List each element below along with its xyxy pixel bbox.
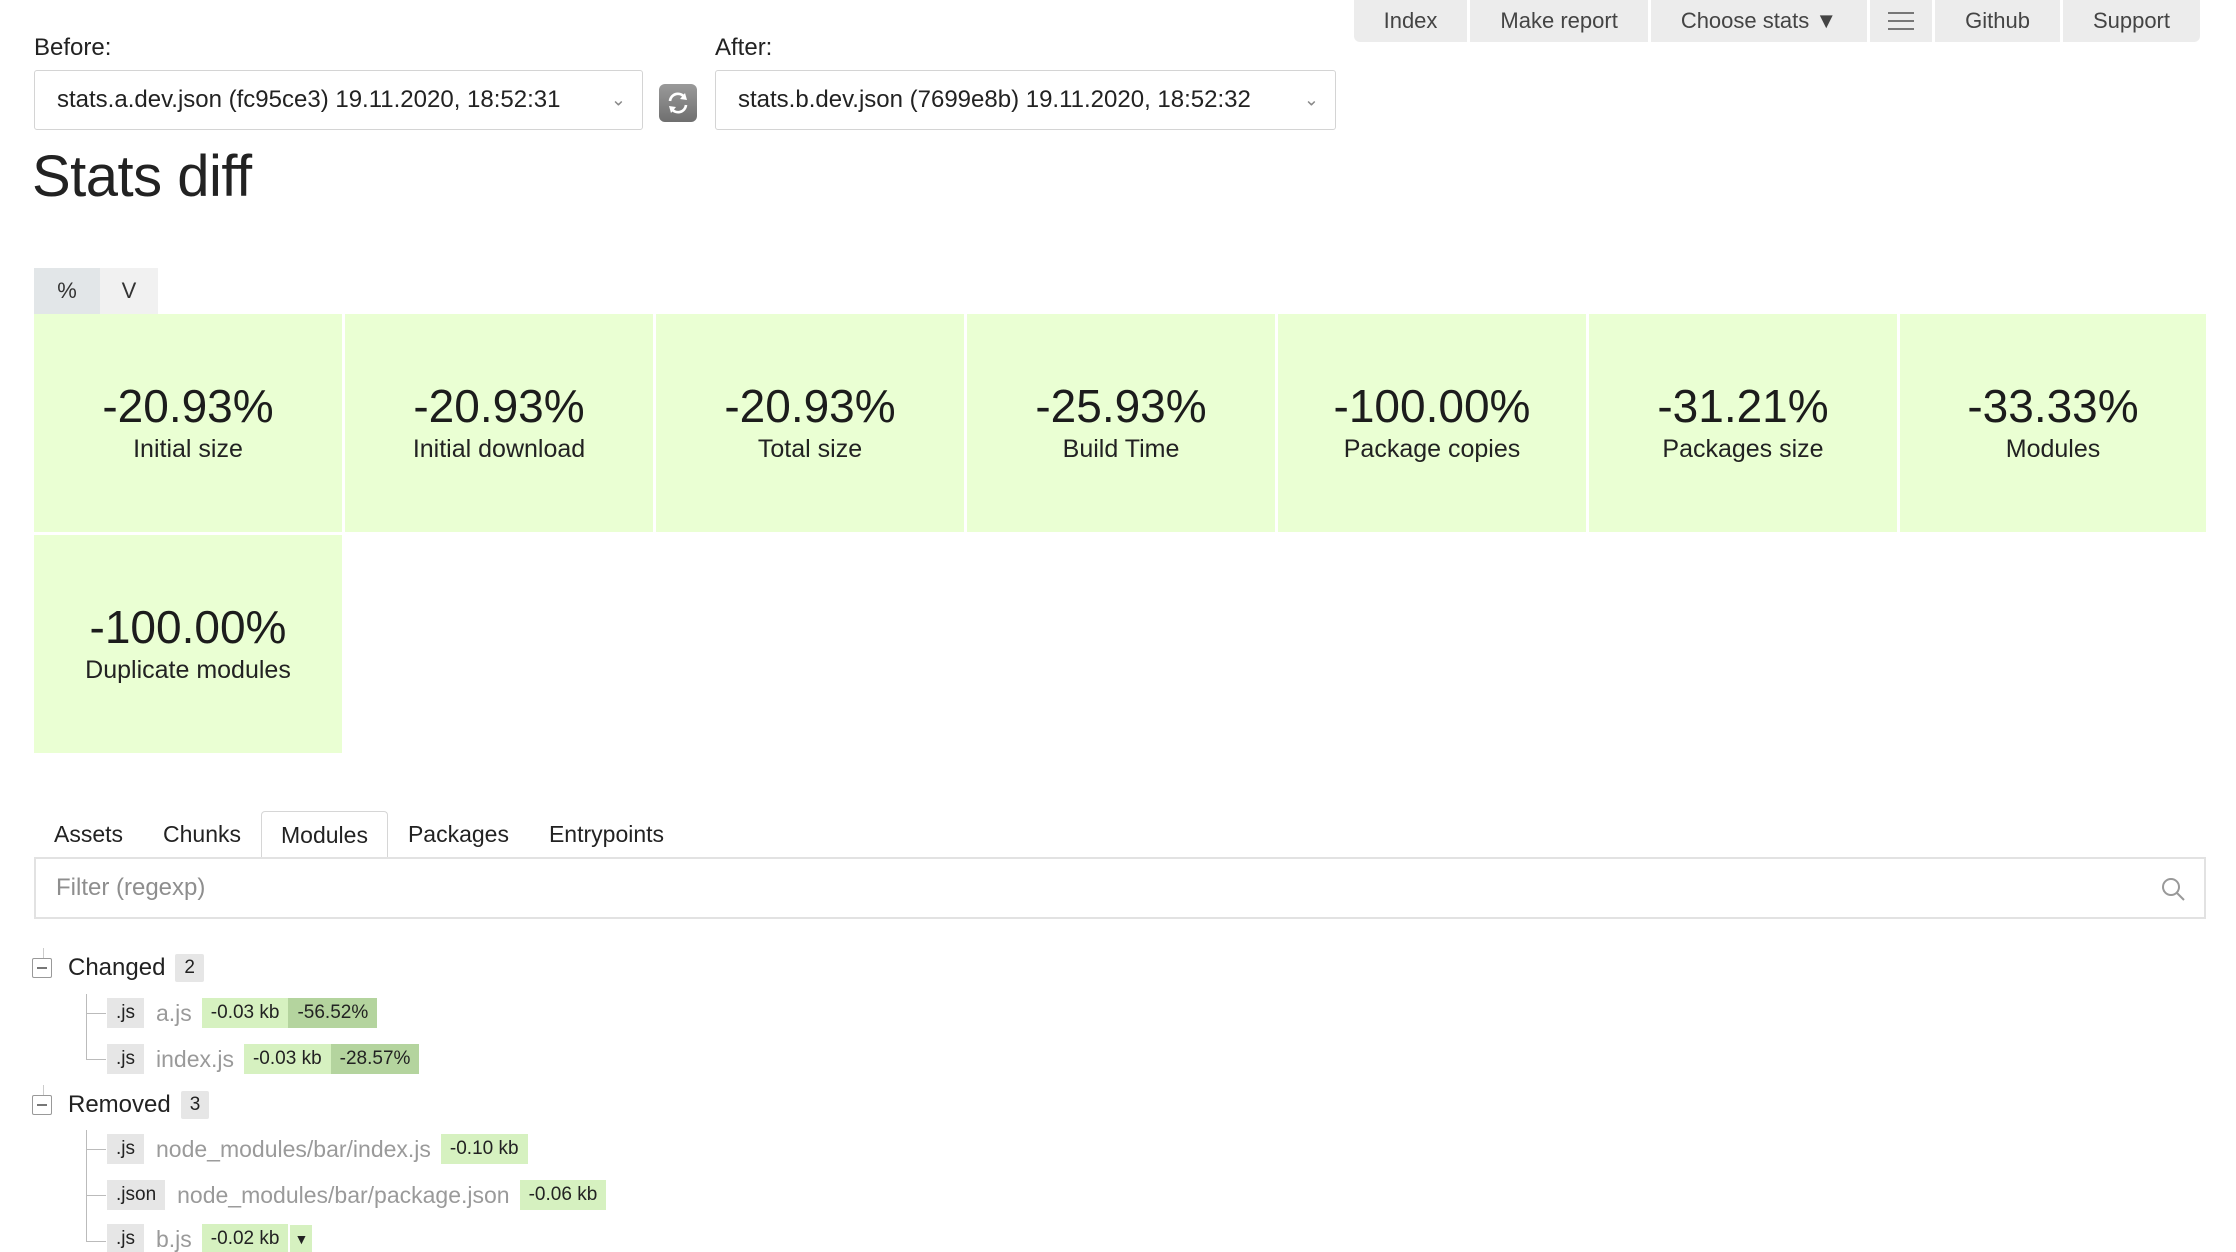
metric-initial-download[interactable]: -20.93% Initial download [345, 314, 653, 532]
tree-branch [86, 1014, 106, 1060]
metric-value: -100.00% [1333, 380, 1531, 433]
module-name[interactable]: a.js [156, 1000, 192, 1027]
metric-label: Build Time [1062, 434, 1180, 463]
module-name[interactable]: node_modules/bar/index.js [156, 1136, 431, 1163]
metric-value: -33.33% [1967, 380, 2139, 433]
top-nav: Index Make report Choose stats ▼ Github … [1353, 0, 2200, 42]
size-diff-badge: -0.03 kb [201, 998, 289, 1028]
tree-branch [86, 1150, 106, 1196]
group-title: Removed [68, 1091, 171, 1118]
metric-initial-size[interactable]: -20.93% Initial size [34, 314, 342, 532]
nav-make-report[interactable]: Make report [1470, 0, 1648, 42]
tab-bar: Assets Chunks Modules Packages Entrypoin… [34, 810, 684, 859]
module-name[interactable]: node_modules/bar/package.json [177, 1182, 509, 1209]
tree-item[interactable]: .js index.js -0.03 kb -28.57% [107, 1042, 420, 1076]
metric-label: Duplicate modules [85, 655, 291, 684]
tree-item[interactable]: .js b.js -0.02 kb ▼ [107, 1222, 313, 1252]
metric-value: -20.93% [724, 380, 896, 433]
module-name[interactable]: b.js [156, 1226, 192, 1252]
percent-diff-badge: -56.52% [288, 998, 378, 1028]
percent-toggle[interactable]: % [34, 268, 100, 314]
nav-github[interactable]: Github [1935, 0, 2060, 42]
nav-index[interactable]: Index [1353, 0, 1468, 42]
file-type-badge: .js [107, 1224, 144, 1252]
swap-button[interactable] [659, 84, 697, 122]
metric-value: -25.93% [1035, 380, 1207, 433]
after-label: After: [715, 34, 773, 61]
group-changed: Changed 2 [32, 948, 204, 988]
hamburger-icon [1888, 12, 1915, 30]
value-toggle[interactable]: V [100, 268, 158, 314]
size-diff-badge: -0.03 kb [243, 1044, 331, 1074]
after-select[interactable]: stats.b.dev.json (7699e8b) 19.11.2020, 1… [715, 70, 1336, 130]
refresh-icon [668, 92, 688, 114]
collapse-toggle[interactable] [32, 1095, 52, 1115]
metric-packages-size[interactable]: -31.21% Packages size [1589, 314, 1897, 532]
count-badge: 2 [175, 954, 204, 982]
count-badge: 3 [180, 1091, 210, 1119]
tree-branch [86, 1130, 106, 1150]
tree-item[interactable]: .js a.js -0.03 kb -56.52% [107, 996, 378, 1030]
metric-label: Modules [2005, 434, 2101, 463]
metric-value: -100.00% [89, 601, 287, 654]
metric-label: Initial download [412, 434, 586, 463]
dropdown-arrow-icon[interactable]: ▼ [290, 1225, 313, 1252]
metric-value: -20.93% [413, 380, 585, 433]
metric-value: -20.93% [102, 380, 274, 433]
module-name[interactable]: index.js [156, 1046, 234, 1073]
tree-item[interactable]: .json node_modules/bar/package.json -0.0… [107, 1178, 607, 1212]
filter-box [34, 857, 2206, 919]
before-select-value: stats.a.dev.json (fc95ce3) 19.11.2020, 1… [57, 86, 561, 113]
metric-build-time[interactable]: -25.93% Build Time [967, 314, 1275, 532]
tab-assets[interactable]: Assets [34, 810, 143, 858]
metric-total-size[interactable]: -20.93% Total size [656, 314, 964, 532]
chevron-down-icon: ⌄ [610, 89, 626, 110]
chevron-down-icon: ⌄ [1303, 89, 1319, 110]
tree-branch [86, 1196, 106, 1242]
metric-label: Package copies [1343, 434, 1521, 463]
group-removed: Removed 3 [32, 1085, 210, 1125]
size-diff-badge: -0.10 kb [440, 1134, 528, 1164]
metric-label: Initial size [133, 434, 243, 463]
page-title: Stats diff [32, 144, 252, 209]
tab-modules[interactable]: Modules [261, 811, 388, 859]
nav-support[interactable]: Support [2062, 0, 2200, 42]
after-select-value: stats.b.dev.json (7699e8b) 19.11.2020, 1… [738, 86, 1251, 113]
nav-choose-stats[interactable]: Choose stats ▼ [1650, 0, 1868, 42]
metric-label: Total size [757, 434, 863, 463]
file-type-badge: .js [107, 1044, 144, 1074]
tree-branch [86, 994, 106, 1014]
unit-toggle: % V [34, 268, 158, 314]
filter-input[interactable] [36, 873, 2096, 903]
group-title: Changed [68, 954, 166, 981]
metric-value: -31.21% [1657, 380, 1829, 433]
percent-diff-badge: -28.57% [330, 1044, 420, 1074]
search-icon[interactable] [2160, 876, 2186, 902]
tab-entrypoints[interactable]: Entrypoints [529, 810, 684, 858]
before-select[interactable]: stats.a.dev.json (fc95ce3) 19.11.2020, 1… [34, 70, 643, 130]
tab-chunks[interactable]: Chunks [143, 810, 261, 858]
size-diff-badge: -0.06 kb [519, 1180, 607, 1210]
metric-modules[interactable]: -33.33% Modules [1900, 314, 2206, 532]
metric-package-copies[interactable]: -100.00% Package copies [1278, 314, 1586, 532]
file-type-badge: .js [107, 998, 144, 1028]
metric-duplicate-modules[interactable]: -100.00% Duplicate modules [34, 535, 342, 753]
menu-button[interactable] [1870, 0, 1933, 42]
metric-label: Packages size [1662, 434, 1824, 463]
file-type-badge: .js [107, 1134, 144, 1164]
collapse-toggle[interactable] [32, 958, 52, 978]
tab-packages[interactable]: Packages [388, 810, 529, 858]
tree-item[interactable]: .js node_modules/bar/index.js -0.10 kb [107, 1132, 528, 1166]
size-diff-badge: -0.02 kb [201, 1224, 289, 1252]
before-label: Before: [34, 34, 112, 61]
file-type-badge: .json [107, 1180, 166, 1210]
